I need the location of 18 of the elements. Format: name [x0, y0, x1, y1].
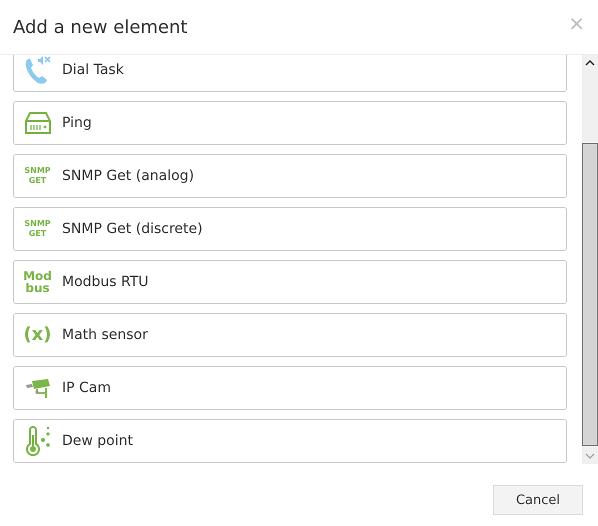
snmp-icon: SNMP GET [24, 219, 51, 239]
element-option[interactable]: Ping [13, 101, 567, 145]
thermometer-icon [24, 426, 52, 456]
element-option[interactable]: (x) Math sensor [13, 313, 567, 357]
phone-icon [24, 55, 52, 85]
element-option[interactable]: SNMP GET SNMP Get (discrete) [13, 207, 567, 251]
camera-icon [24, 378, 52, 398]
scroll-thumb[interactable] [582, 143, 598, 446]
scrollbar[interactable] [582, 55, 598, 464]
snmp-icon: SNMP GET [24, 166, 51, 186]
element-option[interactable]: SNMP GET SNMP Get (analog) [13, 154, 567, 198]
element-option[interactable]: Dew point [13, 419, 567, 463]
element-option[interactable]: Dial Task [13, 55, 567, 92]
device-icon [24, 111, 52, 135]
modbus-icon: Mod bus [23, 270, 52, 294]
dialog-title: Add a new element [13, 16, 188, 38]
element-option[interactable]: IP Cam [13, 366, 567, 410]
cancel-button[interactable]: Cancel [493, 485, 583, 515]
